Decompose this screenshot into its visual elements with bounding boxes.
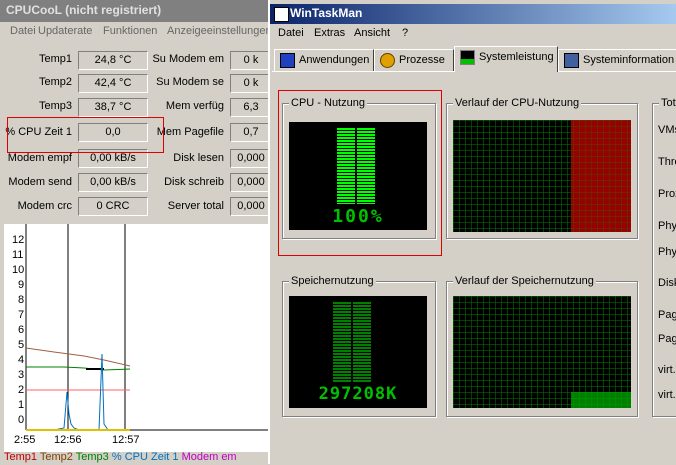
wintaskman-window: WinTaskMan Datei Extras Ansicht ? Anwend… bbox=[268, 0, 676, 464]
cpu-usage-highlight bbox=[278, 90, 442, 256]
total-processes-label: Proz bbox=[658, 188, 676, 200]
menu-ansicht[interactable]: Ansicht bbox=[354, 27, 390, 39]
cpucool-menu-anzeige[interactable]: Anzeigeeinstellungen bbox=[167, 25, 272, 37]
tab-label: Systemleistung bbox=[479, 51, 554, 63]
physical-label-2: Phy bbox=[658, 246, 676, 258]
app-icon bbox=[274, 7, 289, 22]
disk-label: Disk bbox=[658, 277, 676, 289]
total-vms-label: VMs bbox=[658, 124, 676, 136]
x-tick: 12:57 bbox=[112, 434, 140, 446]
virtual-label-2: virt. bbox=[658, 389, 676, 401]
mem-history-svg bbox=[453, 296, 631, 408]
mem-history-label: Verlauf der Speichernutzung bbox=[453, 275, 596, 287]
su-modem-em-value: 0 k bbox=[230, 51, 272, 70]
modem-crc-label: Modem crc bbox=[17, 200, 72, 212]
physical-label-1: Phy bbox=[658, 220, 676, 232]
modem-send-value: 0,00 kB/s bbox=[78, 173, 148, 192]
tab-anwendungen[interactable]: Anwendungen bbox=[274, 49, 374, 71]
modem-empf-label: Modem empf bbox=[7, 152, 72, 164]
cpu-history-graph bbox=[453, 120, 631, 232]
pagefile-label-1: Pag bbox=[658, 309, 676, 321]
cpucool-graph-plot bbox=[25, 224, 272, 431]
cpucool-title: CPUCooL (nicht registriert) bbox=[6, 3, 162, 17]
cpu-zeit-highlight bbox=[7, 117, 164, 153]
legend-temp1: Temp1 bbox=[4, 451, 38, 463]
menu-extras[interactable]: Extras bbox=[314, 27, 345, 39]
tab-prozesse[interactable]: Prozesse bbox=[374, 49, 454, 71]
su-modem-se-label: Su Modem se bbox=[156, 76, 224, 88]
cpucool-menu-updaterate[interactable]: Updaterate bbox=[38, 25, 92, 37]
legend-modem: Modem em bbox=[181, 451, 237, 463]
temp3-label: Temp3 bbox=[38, 100, 72, 112]
applications-icon bbox=[280, 52, 295, 68]
totals-label: Tot bbox=[659, 97, 676, 109]
wintaskman-title-bar[interactable]: WinTaskMan bbox=[270, 4, 676, 24]
cpucool-graph: 12 11 10 9 8 7 6 5 4 3 2 1 0 2:55 12:56 … bbox=[4, 224, 272, 452]
mem-usage-label: Speichernutzung bbox=[289, 275, 376, 287]
y-tick: 10 bbox=[12, 264, 25, 276]
mem-history-group: Verlauf der Speichernutzung bbox=[446, 275, 638, 417]
temp1-label: Temp1 bbox=[38, 53, 72, 65]
temp3-value: 38,7 °C bbox=[78, 98, 148, 117]
virtual-label-1: virt. bbox=[658, 364, 676, 376]
mem-history-graph bbox=[453, 296, 631, 408]
cpucool-menu-funktionen[interactable]: Funktionen bbox=[103, 25, 157, 37]
su-modem-se-value: 0 k bbox=[230, 74, 272, 93]
mem-meter: 297208K bbox=[289, 296, 427, 408]
server-total-value: 0,000 bbox=[230, 197, 272, 216]
cpu-history-label: Verlauf der CPU-Nutzung bbox=[453, 97, 582, 109]
su-modem-em-label: Su Modem em bbox=[152, 53, 224, 65]
legend-temp3: Temp3 bbox=[75, 451, 109, 463]
menu-datei[interactable]: Datei bbox=[278, 27, 304, 39]
mem-bar-right bbox=[353, 302, 371, 382]
disk-schreib-label: Disk schreib bbox=[164, 176, 224, 188]
performance-panel: CPU - Nutzung 100% Verlauf der CPU-Nutzu… bbox=[272, 71, 676, 465]
temp2-label: Temp2 bbox=[38, 76, 72, 88]
server-total-label: Server total bbox=[167, 200, 224, 212]
pagefile-label-2: Pag bbox=[658, 333, 676, 345]
mem-verfueg-label: Mem verfüg bbox=[165, 100, 224, 112]
legend-cpu-zeit: % CPU Zeit 1 bbox=[111, 451, 179, 463]
tab-systemleistung[interactable]: Systemleistung bbox=[454, 46, 558, 72]
cpucool-title-bar[interactable]: CPUCooL (nicht registriert) bbox=[0, 0, 272, 22]
mem-verfueg-value: 6,3 bbox=[230, 98, 272, 117]
wintaskman-title: WinTaskMan bbox=[290, 6, 363, 20]
mem-usage-text: 297208K bbox=[318, 384, 398, 404]
cpucool-legend: Temp1 Temp2 Temp3 % CPU Zeit 1 Modem em bbox=[4, 451, 272, 464]
mem-pagefile-value: 0,7 bbox=[230, 123, 272, 142]
disk-lesen-label: Disk lesen bbox=[173, 152, 224, 164]
y-tick: 11 bbox=[12, 249, 24, 261]
computer-icon bbox=[564, 52, 579, 68]
x-tick: 12:56 bbox=[54, 434, 82, 446]
modem-crc-value: 0 CRC bbox=[78, 197, 148, 216]
tab-label: Prozesse bbox=[399, 54, 445, 66]
tab-systeminformation[interactable]: Systeminformation bbox=[558, 49, 676, 71]
tab-label: Systeminformation bbox=[583, 54, 675, 66]
temp1-value: 24,8 °C bbox=[78, 51, 148, 70]
y-tick: 12 bbox=[12, 234, 25, 246]
gear-icon bbox=[380, 52, 395, 68]
x-tick: 2:55 bbox=[14, 434, 36, 446]
legend-temp2: Temp2 bbox=[39, 451, 73, 463]
cpu-history-svg bbox=[453, 120, 631, 232]
mem-bar-left bbox=[333, 302, 351, 382]
cpu-history-group: Verlauf der CPU-Nutzung bbox=[446, 97, 638, 239]
disk-schreib-value: 0,000 bbox=[230, 173, 272, 192]
tab-label: Anwendungen bbox=[299, 54, 370, 66]
mem-usage-group: Speichernutzung 297208K bbox=[282, 275, 436, 417]
total-threads-label: Thre bbox=[658, 156, 676, 168]
mem-history-fill bbox=[571, 392, 631, 408]
performance-icon bbox=[460, 49, 475, 65]
temp2-value: 42,4 °C bbox=[78, 74, 148, 93]
cpucool-menu-datei[interactable]: Datei bbox=[10, 25, 36, 37]
cpucool-window: CPUCooL (nicht registriert) Datei Update… bbox=[0, 0, 272, 464]
menu-help[interactable]: ? bbox=[402, 27, 408, 39]
disk-lesen-value: 0,000 bbox=[230, 149, 272, 168]
modem-send-label: Modem send bbox=[8, 176, 72, 188]
